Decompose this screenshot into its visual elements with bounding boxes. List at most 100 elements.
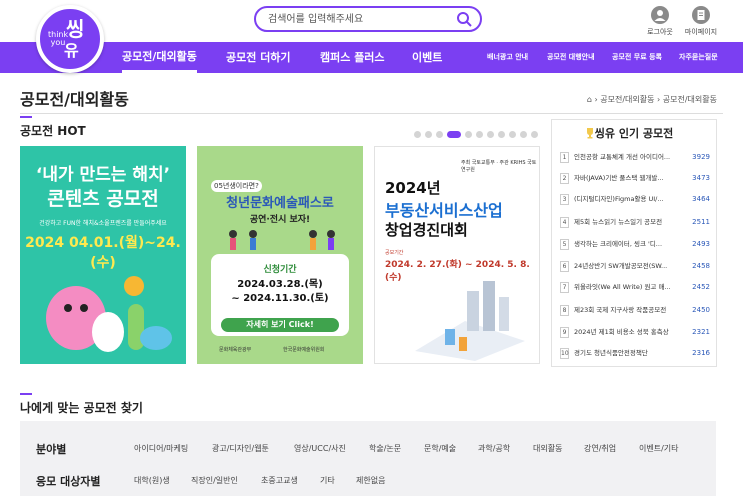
- popular-item-name[interactable]: (디지털디자인)Figma활용 UI/...: [574, 194, 684, 205]
- section-accent: [20, 393, 32, 395]
- popular-item[interactable]: 5 생각하는 크리에이터, 씽크 '디... 2493: [560, 237, 710, 253]
- banner2-line1: 청년문화예술패스로: [226, 196, 334, 211]
- banner2-org1: 문화체육관광부: [219, 347, 252, 353]
- mypage-label: 마이페이지: [684, 28, 718, 36]
- popular-item[interactable]: 10 경기도 청년식품안전정책단 2316: [560, 346, 710, 362]
- popular-title: 씽유 인기 공모전: [594, 127, 674, 140]
- field-option[interactable]: 아이디어/마케팅: [134, 443, 188, 454]
- city-illustration: [415, 281, 525, 361]
- popular-item-count: 3464: [692, 195, 710, 203]
- target-option[interactable]: 초중고교생: [261, 475, 298, 486]
- mypage-button[interactable]: 마이페이지: [681, 6, 721, 37]
- search-icon[interactable]: [456, 11, 472, 27]
- popular-item-name[interactable]: 제5회 뉴스읽기 뉴스일기 공모전: [574, 217, 684, 228]
- rank-badge: 4: [560, 217, 569, 228]
- section-accent: [20, 116, 32, 118]
- banner2-line2: 공연·전시 보자!: [249, 215, 311, 225]
- nav-free-register[interactable]: 공모전 무료 등록: [612, 42, 662, 73]
- nav-faq[interactable]: 자주묻는질문: [679, 42, 718, 73]
- characters-illustration: [46, 276, 172, 352]
- hot-banner-real-estate[interactable]: 주최 국토교통부 · 주관 KRIHS 국토연구원 2024년 부동산서비스산업…: [374, 146, 540, 364]
- popular-item[interactable]: 3 (디지털디자인)Figma활용 UI/... 3464: [560, 192, 710, 208]
- popular-item-count: 2458: [692, 262, 710, 270]
- banner2-org2: 한국문화예술위원회: [283, 347, 325, 353]
- banner3-line2: 부동산서비스산업: [385, 201, 503, 220]
- banner3-period-label: 공모기간: [385, 250, 404, 256]
- popular-item-name[interactable]: 인천공항 교통체계 개선 아이디어...: [574, 152, 684, 163]
- popular-item-name[interactable]: 생각하는 크리에이터, 씽크 '디...: [574, 239, 684, 250]
- popular-item[interactable]: 1 인천공항 교통체계 개선 아이디어... 3929: [560, 150, 710, 166]
- breadcrumb[interactable]: ⌂ › 공모전/대외활동 › 공모전/대외활동: [587, 94, 717, 105]
- nav-contest-plus[interactable]: 공모전 더하기: [226, 42, 291, 73]
- banner3-line3: 창업경진대회: [385, 221, 468, 239]
- popular-item-count: 2316: [692, 349, 710, 357]
- field-option[interactable]: 문학/예술: [424, 443, 456, 454]
- logo-big-bottom: 유: [64, 41, 79, 60]
- filter-panel: 분야별 아이디어/마케팅 광고/디자인/웹툰 영상/UCC/사진 학술/논문 문…: [20, 421, 716, 496]
- find-section-title: 나에게 맞는 공모전 찾기: [20, 401, 143, 415]
- nav-banner-ad[interactable]: 배너광고 안내: [487, 42, 528, 73]
- nav-agency-guide[interactable]: 공모전 대행안내: [547, 42, 595, 73]
- rank-badge: 3: [560, 194, 569, 205]
- popular-item[interactable]: 2 자바(JAVA)기반 풀스택 웹개발... 3473: [560, 171, 710, 187]
- page-title: 공모전/대외활동: [20, 90, 129, 109]
- field-option[interactable]: 광고/디자인/웹툰: [212, 443, 269, 454]
- field-option[interactable]: 과학/공학: [478, 443, 510, 454]
- banner2-period: 2024.03.28.(목) ~ 2024.11.30.(토): [231, 279, 329, 304]
- banner2-tag: 05년생이라면?: [211, 180, 262, 192]
- rank-badge: 6: [560, 261, 569, 272]
- popular-item-name[interactable]: 자바(JAVA)기반 풀스택 웹개발...: [574, 173, 684, 184]
- popular-item[interactable]: 4 제5회 뉴스읽기 뉴스일기 공모전 2511: [560, 215, 710, 231]
- nav-contest[interactable]: 공모전/대외활동: [122, 42, 197, 73]
- field-option[interactable]: 대외활동: [533, 443, 562, 454]
- field-option[interactable]: 강연/취업: [584, 443, 616, 454]
- carousel-dot[interactable]: [531, 131, 538, 138]
- carousel-dot[interactable]: [498, 131, 505, 138]
- popular-item-name[interactable]: 위올라잇(We All Write) 원고 매...: [574, 282, 684, 293]
- carousel-dot[interactable]: [476, 131, 483, 138]
- field-option[interactable]: 영상/UCC/사진: [294, 443, 346, 454]
- popular-item[interactable]: 7 위올라잇(We All Write) 원고 매... 2452: [560, 280, 710, 296]
- target-option[interactable]: 제한없음: [356, 475, 385, 486]
- rank-badge: 9: [560, 327, 569, 338]
- nav-event[interactable]: 이벤트: [412, 42, 442, 73]
- field-option[interactable]: 이벤트/기타: [639, 443, 679, 454]
- carousel-dot[interactable]: [465, 131, 472, 138]
- popular-item[interactable]: 9 2024년 제1회 비용소 성북 홍측상 2321: [560, 325, 710, 341]
- nav-campus-plus[interactable]: 캠퍼스 플러스: [320, 42, 385, 73]
- carousel-dot[interactable]: [436, 131, 443, 138]
- site-logo[interactable]: think you 씽 유: [36, 5, 104, 73]
- target-option[interactable]: 직장인/일반인: [191, 475, 238, 486]
- popular-item-name[interactable]: 24년상반기 SW개발공모전(SW...: [574, 261, 684, 272]
- search-input[interactable]: [268, 11, 448, 27]
- carousel-dot-active[interactable]: [447, 131, 461, 138]
- popular-item-count: 2511: [692, 218, 710, 226]
- popular-item-name[interactable]: 경기도 청년식품안전정책단: [574, 348, 684, 359]
- carousel-dot[interactable]: [425, 131, 432, 138]
- field-filter-label: 분야별: [36, 443, 67, 456]
- carousel-dot[interactable]: [520, 131, 527, 138]
- carousel-dot[interactable]: [414, 131, 421, 138]
- hot-banner-culture-pass[interactable]: 05년생이라면? 청년문화예술패스로 공연·전시 보자! 신청기간 2024.0…: [197, 146, 363, 364]
- popular-item[interactable]: 8 제23회 국제 지구사랑 작품공모전 2450: [560, 303, 710, 319]
- popular-item-name[interactable]: 2024년 제1회 비용소 성북 홍측상: [574, 327, 684, 338]
- banner2-period-label: 신청기간: [263, 265, 297, 275]
- banner2-detail-button[interactable]: 자세히 보기 Click!: [221, 318, 339, 332]
- user-icon: [651, 6, 669, 24]
- target-option[interactable]: 기타: [320, 475, 335, 486]
- target-filter-label: 응모 대상자별: [36, 475, 101, 488]
- carousel-dot[interactable]: [509, 131, 516, 138]
- carousel-dot[interactable]: [487, 131, 494, 138]
- banner3-line1: 2024년: [385, 179, 441, 197]
- logout-button[interactable]: 로그아웃: [640, 6, 680, 37]
- hot-banner-haechi[interactable]: ‘내가 만드는 해치’ 콘텐츠 공모전 건강하고 FUN한 해치&소울프렌즈를 …: [20, 146, 186, 364]
- banner3-org: 주최 국토교통부 · 주관 KRIHS 국토연구원: [461, 160, 537, 173]
- rank-badge: 2: [560, 173, 569, 184]
- popular-item-name[interactable]: 제23회 국제 지구사랑 작품공모전: [574, 305, 684, 316]
- rank-badge: 8: [560, 305, 569, 316]
- popular-item[interactable]: 6 24년상반기 SW개발공모전(SW... 2458: [560, 259, 710, 275]
- popular-item-count: 2450: [692, 306, 710, 314]
- field-option[interactable]: 학술/논문: [369, 443, 401, 454]
- banner1-line3: 건강하고 FUN한 해치&소울프렌즈를 만들어주세요: [39, 220, 167, 227]
- target-option[interactable]: 대학(원)생: [134, 475, 170, 486]
